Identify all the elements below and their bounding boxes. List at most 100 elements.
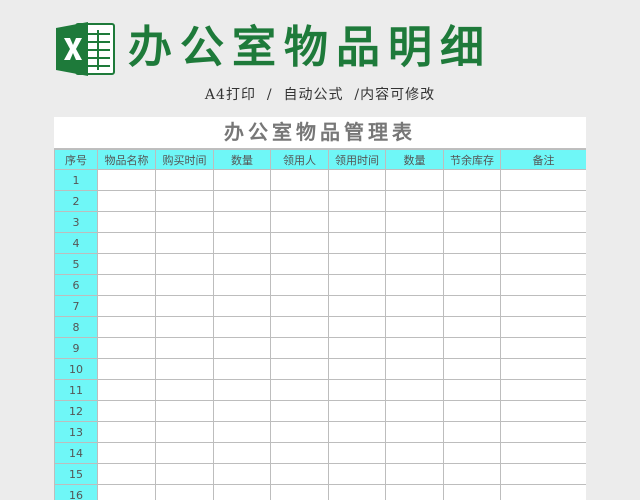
table-cell[interactable] xyxy=(97,253,156,275)
row-number-cell[interactable]: 15 xyxy=(54,463,98,485)
table-cell[interactable] xyxy=(443,337,501,359)
table-cell[interactable] xyxy=(500,211,586,233)
table-cell[interactable] xyxy=(155,337,214,359)
table-cell[interactable] xyxy=(328,253,386,275)
table-cell[interactable] xyxy=(328,337,386,359)
table-cell[interactable] xyxy=(500,484,586,500)
table-cell[interactable] xyxy=(500,379,586,401)
table-cell[interactable] xyxy=(385,358,444,380)
table-cell[interactable] xyxy=(328,211,386,233)
table-cell[interactable] xyxy=(500,295,586,317)
table-cell[interactable] xyxy=(270,421,329,443)
table-cell[interactable] xyxy=(443,463,501,485)
table-cell[interactable] xyxy=(443,421,501,443)
table-cell[interactable] xyxy=(270,463,329,485)
table-cell[interactable] xyxy=(385,274,444,296)
row-number-cell[interactable]: 12 xyxy=(54,400,98,422)
table-cell[interactable] xyxy=(155,211,214,233)
table-cell[interactable] xyxy=(328,295,386,317)
table-cell[interactable] xyxy=(213,169,271,191)
table-cell[interactable] xyxy=(270,316,329,338)
table-cell[interactable] xyxy=(97,463,156,485)
row-number-cell[interactable]: 1 xyxy=(54,169,98,191)
table-cell[interactable] xyxy=(443,190,501,212)
table-cell[interactable] xyxy=(328,379,386,401)
column-header[interactable]: 数量 xyxy=(385,149,444,170)
table-cell[interactable] xyxy=(97,484,156,500)
table-cell[interactable] xyxy=(155,400,214,422)
table-cell[interactable] xyxy=(385,421,444,443)
table-cell[interactable] xyxy=(500,316,586,338)
table-cell[interactable] xyxy=(270,295,329,317)
table-cell[interactable] xyxy=(213,379,271,401)
table-cell[interactable] xyxy=(213,232,271,254)
table-cell[interactable] xyxy=(155,379,214,401)
table-cell[interactable] xyxy=(328,442,386,464)
table-cell[interactable] xyxy=(328,316,386,338)
table-cell[interactable] xyxy=(500,337,586,359)
row-number-cell[interactable]: 7 xyxy=(54,295,98,317)
table-cell[interactable] xyxy=(385,442,444,464)
table-cell[interactable] xyxy=(97,358,156,380)
table-cell[interactable] xyxy=(270,274,329,296)
table-cell[interactable] xyxy=(213,190,271,212)
table-cell[interactable] xyxy=(97,295,156,317)
table-cell[interactable] xyxy=(328,358,386,380)
table-cell[interactable] xyxy=(155,274,214,296)
column-header[interactable]: 备注 xyxy=(500,149,586,170)
table-cell[interactable] xyxy=(97,211,156,233)
column-header[interactable]: 序号 xyxy=(54,149,98,170)
table-cell[interactable] xyxy=(270,358,329,380)
row-number-cell[interactable]: 4 xyxy=(54,232,98,254)
table-cell[interactable] xyxy=(385,169,444,191)
table-cell[interactable] xyxy=(213,484,271,500)
table-cell[interactable] xyxy=(500,358,586,380)
table-cell[interactable] xyxy=(500,421,586,443)
table-cell[interactable] xyxy=(500,442,586,464)
table-cell[interactable] xyxy=(328,463,386,485)
table-cell[interactable] xyxy=(270,190,329,212)
table-cell[interactable] xyxy=(97,232,156,254)
row-number-cell[interactable]: 9 xyxy=(54,337,98,359)
column-header[interactable]: 购买时间 xyxy=(155,149,214,170)
table-cell[interactable] xyxy=(443,442,501,464)
table-cell[interactable] xyxy=(385,484,444,500)
table-cell[interactable] xyxy=(385,379,444,401)
table-cell[interactable] xyxy=(97,400,156,422)
table-cell[interactable] xyxy=(155,295,214,317)
row-number-cell[interactable]: 5 xyxy=(54,253,98,275)
table-cell[interactable] xyxy=(385,463,444,485)
table-cell[interactable] xyxy=(155,169,214,191)
column-header[interactable]: 节余库存 xyxy=(443,149,501,170)
table-cell[interactable] xyxy=(155,316,214,338)
table-cell[interactable] xyxy=(500,232,586,254)
table-cell[interactable] xyxy=(155,442,214,464)
table-cell[interactable] xyxy=(97,421,156,443)
table-cell[interactable] xyxy=(155,253,214,275)
table-cell[interactable] xyxy=(443,295,501,317)
table-cell[interactable] xyxy=(443,253,501,275)
table-cell[interactable] xyxy=(270,442,329,464)
table-cell[interactable] xyxy=(500,169,586,191)
table-cell[interactable] xyxy=(213,400,271,422)
table-cell[interactable] xyxy=(270,232,329,254)
table-cell[interactable] xyxy=(270,400,329,422)
table-cell[interactable] xyxy=(385,316,444,338)
table-cell[interactable] xyxy=(213,337,271,359)
table-cell[interactable] xyxy=(443,232,501,254)
table-cell[interactable] xyxy=(385,295,444,317)
row-number-cell[interactable]: 13 xyxy=(54,421,98,443)
column-header[interactable]: 数量 xyxy=(213,149,271,170)
row-number-cell[interactable]: 6 xyxy=(54,274,98,296)
table-cell[interactable] xyxy=(328,232,386,254)
table-cell[interactable] xyxy=(155,232,214,254)
table-cell[interactable] xyxy=(97,442,156,464)
table-cell[interactable] xyxy=(443,379,501,401)
table-cell[interactable] xyxy=(385,232,444,254)
table-cell[interactable] xyxy=(213,463,271,485)
table-cell[interactable] xyxy=(328,484,386,500)
column-header[interactable]: 领用人 xyxy=(270,149,329,170)
table-cell[interactable] xyxy=(443,211,501,233)
table-cell[interactable] xyxy=(270,337,329,359)
table-cell[interactable] xyxy=(270,484,329,500)
